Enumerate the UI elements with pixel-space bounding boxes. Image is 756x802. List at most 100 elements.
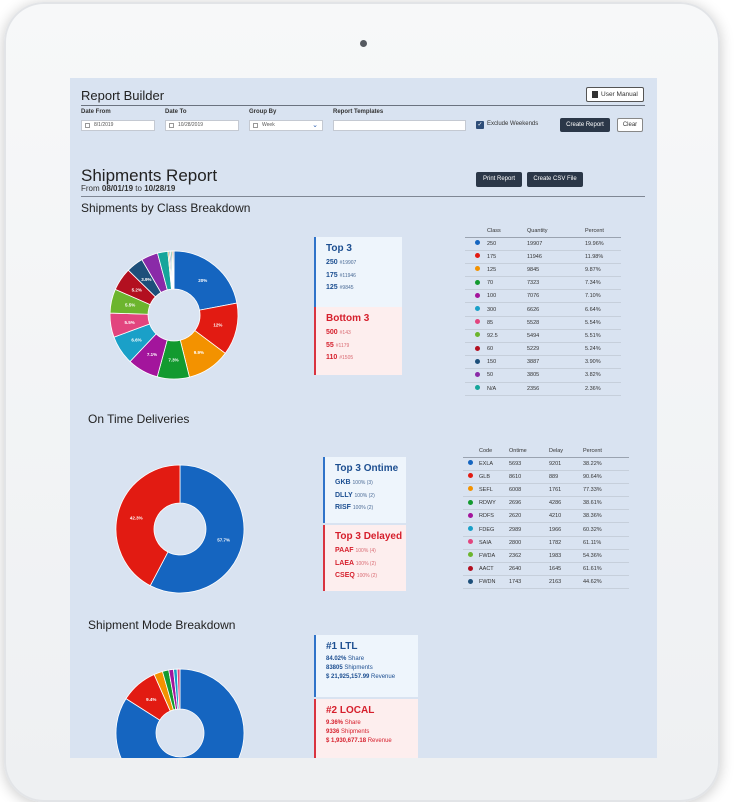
- delay-cell: 889: [549, 470, 583, 484]
- quantity-cell: 5494: [527, 329, 585, 344]
- table-header-row: Class Quantity Percent: [465, 225, 621, 238]
- percent-cell: 3.90%: [585, 355, 621, 370]
- ontime-pie-chart: 57.7% 42.3%: [115, 464, 245, 594]
- print-report-button[interactable]: Print Report: [476, 172, 522, 187]
- code-cell: SEFL: [479, 483, 509, 498]
- pie-slice-label: 57.7%: [217, 537, 230, 542]
- ontime-cell: 2620: [509, 509, 549, 524]
- legend-dot-cell: [463, 575, 479, 590]
- bottom3-line: 110 #1505: [326, 354, 354, 361]
- pie-slice-label: 7.1%: [147, 352, 157, 357]
- code-cell: SAIA: [479, 536, 509, 550]
- quantity-cell: 7323: [527, 276, 585, 291]
- class-cell: 60: [487, 342, 527, 357]
- delay-cell: 4210: [549, 509, 583, 524]
- legend-dot-cell: [465, 355, 487, 370]
- percent-cell: 7.34%: [585, 276, 621, 291]
- report-builder-title: Report Builder: [81, 88, 165, 103]
- table-row: 175 11946 11.98%: [465, 250, 621, 264]
- group-by-label: Group By: [249, 109, 277, 115]
- list-icon: [253, 123, 258, 128]
- create-report-button[interactable]: Create Report: [560, 118, 610, 132]
- range-from: 08/01/19: [101, 184, 134, 193]
- report-title: Shipments Report: [81, 166, 218, 185]
- col-percent: Percent: [583, 445, 629, 458]
- date-to-value: 10/28/2019: [178, 122, 204, 128]
- legend-dot-cell: [465, 316, 487, 330]
- table-row: RDWY 2696 4286 38.61%: [463, 496, 629, 511]
- table-header-row: Code Ontime Delay Percent: [463, 445, 629, 458]
- percent-cell: 61.11%: [583, 536, 629, 550]
- top3-line: 175 #11946: [326, 271, 356, 279]
- delay-cell: 1966: [549, 522, 583, 537]
- group-by-select[interactable]: Week ⌄: [249, 120, 323, 131]
- pie-slice-label: 6.6%: [131, 337, 141, 342]
- legend-dot: [468, 539, 473, 545]
- legend-dot: [475, 306, 480, 312]
- ontime-cell: 2696: [509, 496, 549, 511]
- legend-dot-cell: [465, 329, 487, 344]
- class-cell: 70: [487, 276, 527, 291]
- date-to-input[interactable]: 10/28/2019: [165, 120, 239, 131]
- percent-cell: 9.87%: [585, 263, 621, 278]
- ontime-cell: 2640: [509, 562, 549, 577]
- legend-dot-cell: [465, 250, 487, 264]
- table-row: 70 7323 7.34%: [465, 276, 621, 291]
- table-row: 125 9845 9.87%: [465, 263, 621, 278]
- legend-dot-cell: [463, 470, 479, 484]
- legend-dot-cell: [465, 263, 487, 278]
- table-row: GLB 8610 889 90.64%: [463, 470, 629, 484]
- class-table: Class Quantity Percent 250 19907 19.96% 175…: [465, 225, 621, 396]
- pie-slice-label: 9.9%: [194, 350, 204, 355]
- legend-dot-cell: [463, 562, 479, 577]
- top3-delayed-line: PAAF 100% (4): [335, 547, 376, 554]
- user-manual-button[interactable]: User Manual: [586, 87, 644, 102]
- top3-delayed-line: LAEA 100% (2): [335, 559, 377, 567]
- legend-dot: [468, 565, 473, 571]
- exclude-weekends-label: Exclude Weekends: [487, 121, 539, 127]
- table-row: 150 3887 3.90%: [465, 355, 621, 370]
- table-row: 92.5 5494 5.51%: [465, 329, 621, 344]
- table-row: SAIA 2800 1782 61.11%: [463, 536, 629, 550]
- class-cell: 250: [487, 237, 527, 251]
- code-cell: FDEG: [479, 522, 509, 537]
- first-mode-line: 83805 Shipments: [326, 665, 373, 671]
- col-delay: Delay: [549, 445, 583, 458]
- ontime-cell: 8610: [509, 470, 549, 484]
- percent-cell: 2.36%: [585, 382, 621, 396]
- date-from-input[interactable]: 8/1/2019: [81, 120, 155, 131]
- delay-cell: 1645: [549, 562, 583, 577]
- exclude-weekends-checkbox[interactable]: ✓: [476, 121, 484, 129]
- class-cell: 100: [487, 289, 527, 304]
- percent-cell: 38.22%: [583, 457, 629, 471]
- pie-slice-label: 12%: [213, 323, 222, 328]
- legend-dot: [475, 319, 480, 325]
- col-code: Code: [479, 445, 509, 458]
- first-mode-callout: #1 LTL 84.02% Share 83805 Shipments $ 21…: [314, 635, 418, 697]
- legend-dot: [468, 526, 473, 532]
- top3-ontime-line: GKB 100% (3): [335, 479, 373, 486]
- date-to-label: Date To: [165, 109, 187, 115]
- legend-dot-cell: [465, 368, 487, 383]
- class-cell: N/A: [487, 382, 527, 396]
- mode-breakdown-title: Shipment Mode Breakdown: [88, 618, 236, 632]
- quantity-cell: 5229: [527, 342, 585, 357]
- legend-dot-cell: [463, 457, 479, 471]
- report-templates-label: Report Templates: [333, 109, 384, 115]
- report-screen: Report Builder User Manual Date From Dat…: [70, 78, 657, 758]
- delay-cell: 1782: [549, 536, 583, 550]
- top3-title: Top 3: [326, 243, 352, 254]
- table-row: FDEG 2989 1966 60.32%: [463, 522, 629, 537]
- report-templates-input[interactable]: [333, 120, 466, 131]
- bottom3-title: Bottom 3: [326, 313, 370, 324]
- percent-cell: 5.24%: [585, 342, 621, 357]
- legend-dot-cell: [463, 483, 479, 498]
- bottom3-line: 500 #143: [326, 329, 351, 336]
- percent-cell: 38.36%: [583, 509, 629, 524]
- percent-cell: 60.32%: [583, 522, 629, 537]
- clear-button[interactable]: Clear: [617, 118, 643, 132]
- calendar-icon: [169, 123, 174, 128]
- table-row: EXLA 5693 9201 38.22%: [463, 457, 629, 471]
- legend-dot: [468, 486, 473, 492]
- create-csv-button[interactable]: Create CSV File: [527, 172, 583, 187]
